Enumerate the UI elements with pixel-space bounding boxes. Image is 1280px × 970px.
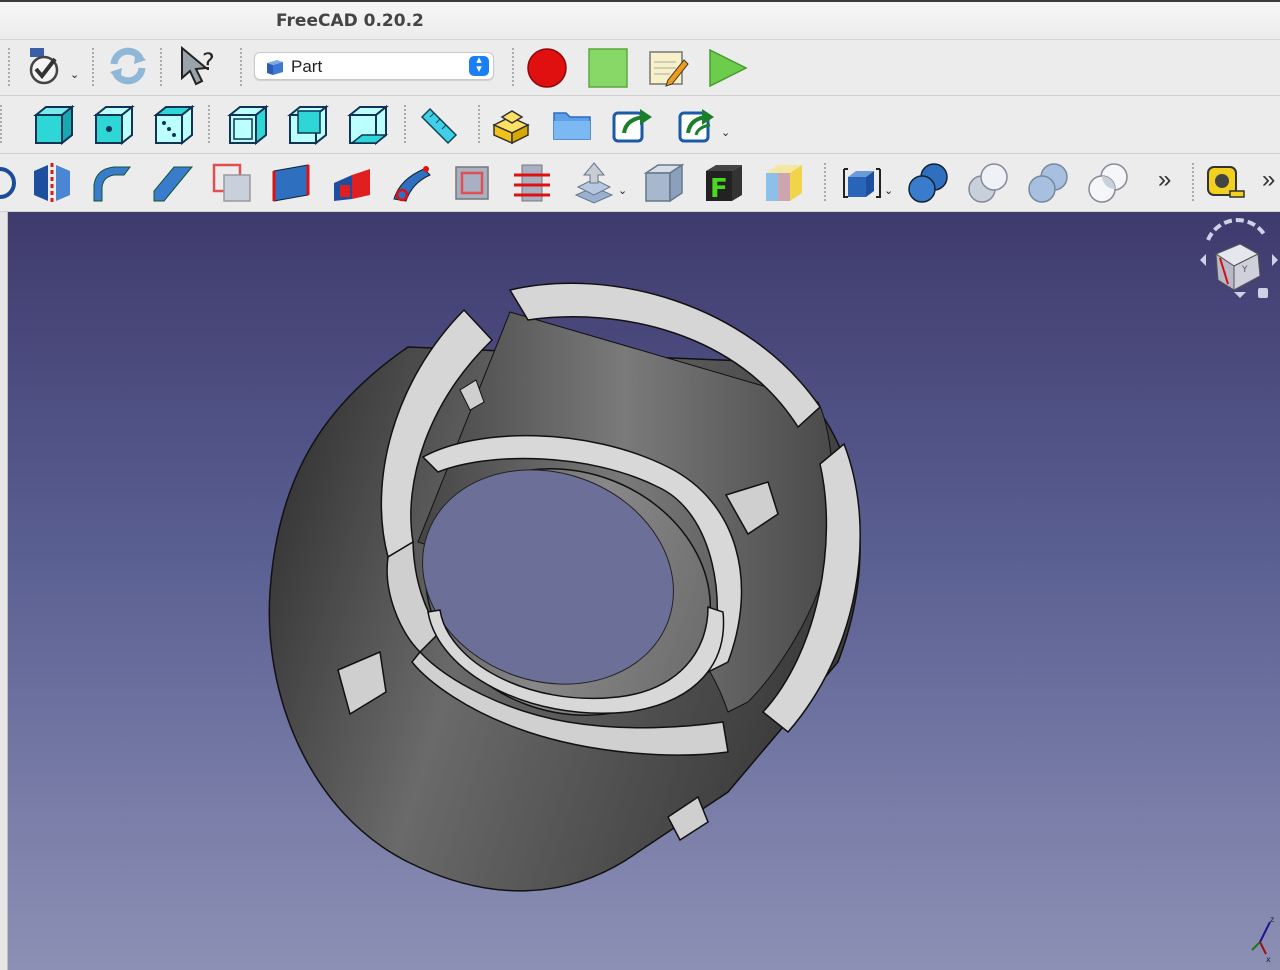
whats-this-icon[interactable]: ? [176, 44, 220, 88]
compound-icon[interactable] [840, 161, 884, 205]
export-dropdown-icon[interactable] [676, 103, 720, 147]
left-dock-edge[interactable] [0, 212, 8, 970]
svg-text:?: ? [202, 48, 215, 76]
toolbar-separator [478, 105, 480, 145]
chevron-down-icon[interactable]: ⌄ [884, 184, 893, 197]
shape-color-icon[interactable] [762, 161, 806, 205]
3d-model[interactable] [8, 212, 1280, 970]
workbench-selector[interactable]: Part ▴ ▾ [254, 52, 494, 80]
navcube-face-label: Y [1241, 265, 1248, 275]
loft-icon[interactable] [330, 161, 374, 205]
cut-icon[interactable] [966, 161, 1010, 205]
measure-tape-icon[interactable] [1204, 161, 1248, 205]
std-checkbox-icon[interactable] [26, 44, 70, 88]
common-icon[interactable] [1086, 161, 1130, 205]
export-icon[interactable] [610, 103, 654, 147]
offset-icon[interactable] [572, 161, 616, 205]
view-front-icon[interactable] [92, 103, 136, 147]
title-bar: FreeCAD 0.20.2 [0, 0, 1280, 40]
toolbar-separator [240, 48, 242, 88]
toolbar-row-2: ⌄ [0, 96, 1280, 154]
toolbar-separator [208, 105, 210, 145]
axis-x-label: x [1266, 955, 1271, 964]
boolean-icon[interactable] [906, 161, 950, 205]
macro-stop-icon[interactable] [586, 46, 630, 90]
toolbar-row-1: ⌄ ? Part ▴ ▾ [0, 40, 1280, 96]
toolbar-separator [160, 48, 162, 88]
overflow-icon[interactable]: » [1262, 166, 1275, 194]
macro-run-icon[interactable] [704, 46, 748, 90]
ruled-surface-icon[interactable] [270, 161, 314, 205]
toolbar-separator [8, 48, 10, 88]
section-icon[interactable] [450, 161, 494, 205]
make-face-icon[interactable] [210, 161, 254, 205]
svg-text:F: F [710, 174, 728, 204]
sweep-icon[interactable] [390, 161, 434, 205]
workbench-label: Part [291, 57, 323, 76]
3d-viewport[interactable]: Y z x [8, 212, 1280, 970]
toolbar-separator [824, 163, 826, 203]
toolbar-separator [0, 105, 2, 145]
macro-record-icon[interactable] [525, 46, 569, 90]
axis-z-label: z [1270, 915, 1274, 924]
chevron-updown-icon: ▴ ▾ [469, 55, 489, 76]
window-title: FreeCAD 0.20.2 [276, 11, 424, 31]
fillet-icon[interactable] [90, 161, 134, 205]
toolbar-row-3: ⌄ F ⌄ » » [0, 154, 1280, 212]
view-top-icon[interactable] [152, 103, 196, 147]
part-box-icon[interactable] [490, 103, 534, 147]
mirror-icon[interactable] [30, 161, 74, 205]
view-right-icon[interactable] [226, 103, 270, 147]
revolve-icon[interactable] [0, 161, 22, 205]
more-tools-icon[interactable]: » [1158, 166, 1171, 194]
part-cube-icon [265, 58, 285, 81]
toolbar-separator [404, 105, 406, 145]
projection-icon[interactable]: F [702, 161, 746, 205]
view-axo-icon[interactable] [32, 103, 76, 147]
view-rear-icon[interactable] [286, 103, 330, 147]
chamfer-icon[interactable] [150, 161, 194, 205]
cross-sections-icon[interactable] [510, 161, 554, 205]
toolbar-separator [1192, 163, 1194, 203]
toolbar-separator [512, 48, 514, 88]
refresh-icon[interactable] [106, 44, 150, 88]
chevron-down-icon[interactable]: ⌄ [70, 68, 79, 81]
fuse-icon[interactable] [1026, 161, 1070, 205]
view-bottom-icon[interactable] [346, 103, 390, 147]
macro-edit-icon[interactable] [646, 46, 690, 90]
open-folder-icon[interactable] [550, 103, 594, 147]
toolbar-separator [92, 48, 94, 88]
chevron-down-icon[interactable]: ⌄ [721, 126, 730, 139]
navigation-cube[interactable]: Y [1194, 214, 1278, 304]
axis-cross: z x [1246, 908, 1280, 964]
chevron-down-icon[interactable]: ⌄ [618, 184, 627, 197]
thickness-icon[interactable] [642, 161, 686, 205]
measure-ruler-icon[interactable] [416, 103, 460, 147]
